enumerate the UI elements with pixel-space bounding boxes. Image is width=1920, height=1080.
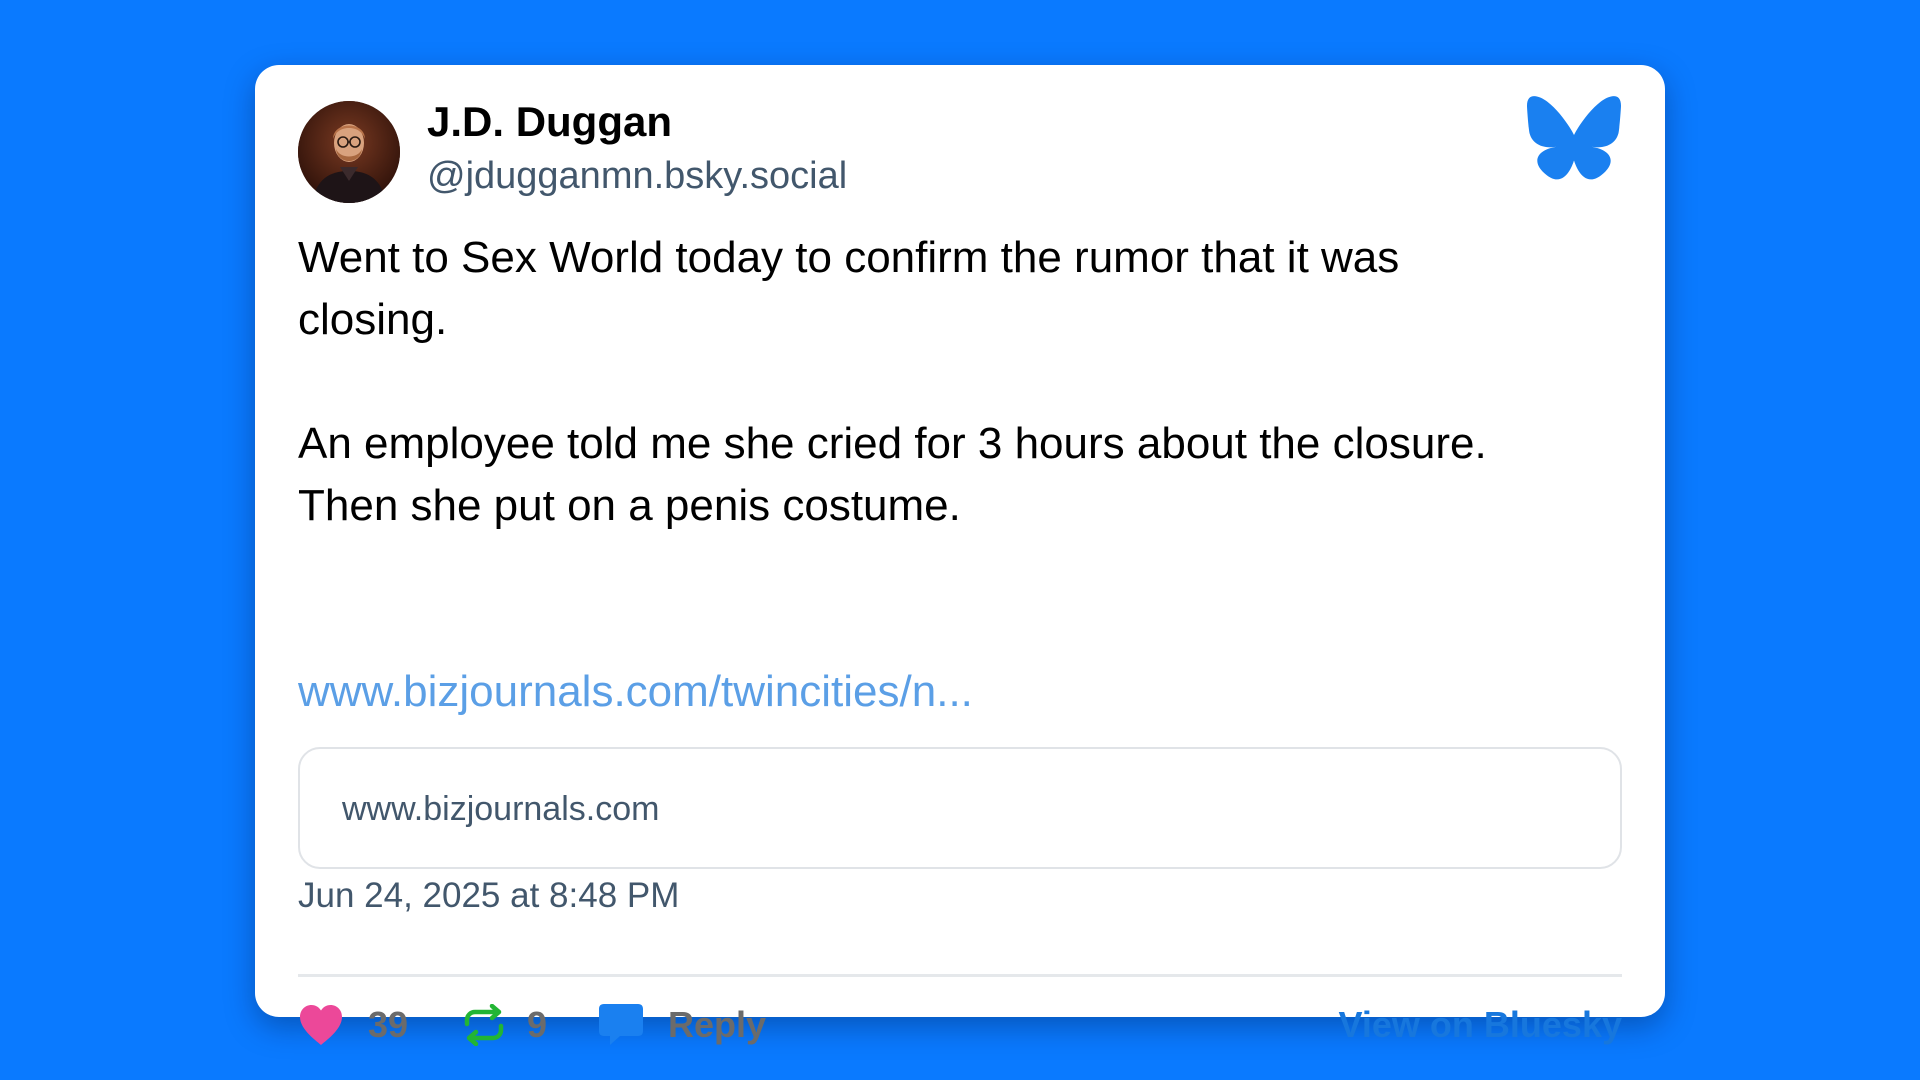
link-preview-domain: www.bizjournals.com <box>342 790 660 828</box>
divider <box>298 974 1622 977</box>
post-paragraph: Went to Sex World today to confirm the r… <box>298 233 1400 344</box>
post-card: J.D. Duggan @jdugganmn.bsky.social Went … <box>255 65 1665 1046</box>
repost-button[interactable]: 9 <box>463 997 547 1053</box>
bluesky-butterfly-icon[interactable] <box>1527 96 1621 180</box>
like-button[interactable]: 39 <box>298 997 408 1053</box>
author-handle[interactable]: @jdugganmn.bsky.social <box>427 151 847 201</box>
view-on-bluesky-link[interactable]: View on Bluesky <box>1339 1003 1622 1047</box>
author-name[interactable]: J.D. Duggan <box>427 95 672 149</box>
post-timestamp[interactable]: Jun 24, 2025 at 8:48 PM <box>298 873 679 919</box>
action-bar: 39 9 Reply View on Bluesky <box>298 997 1622 1053</box>
post-paragraph: An employee told me she cried for 3 hour… <box>298 419 1487 530</box>
reply-bubble-icon <box>598 1003 644 1047</box>
like-count: 39 <box>368 1004 409 1045</box>
reply-label: Reply <box>668 1004 767 1045</box>
link-preview-card[interactable]: www.bizjournals.com <box>298 747 1622 869</box>
post-link[interactable]: www.bizjournals.com/twincities/n... <box>298 661 973 723</box>
repost-count: 9 <box>527 1004 548 1045</box>
heart-icon <box>298 1004 344 1046</box>
post-text: Went to Sex World today to confirm the r… <box>298 227 1628 537</box>
repost-icon <box>463 1004 505 1046</box>
avatar-photo <box>298 101 400 203</box>
avatar[interactable] <box>298 101 400 203</box>
reply-button[interactable]: Reply <box>598 997 766 1053</box>
